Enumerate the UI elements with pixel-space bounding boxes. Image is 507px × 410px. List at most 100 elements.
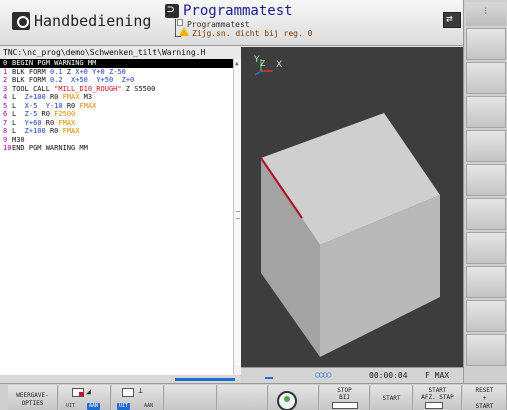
right-softkey-9[interactable] (466, 300, 506, 332)
workpiece-icon (72, 388, 84, 397)
progress-dots: ○○○○ (315, 370, 331, 379)
softkey-empty-1[interactable] (165, 385, 217, 410)
softkey-label: START (475, 403, 494, 410)
line-text: L Z+100 R0 FMAX M3 (12, 93, 93, 101)
program-test-icon (165, 2, 179, 18)
stop-at-icon (332, 402, 358, 409)
right-softkey-3[interactable] (466, 96, 506, 128)
program-line[interactable]: 8 L Z+100 R0 FMAX (0, 127, 233, 136)
program-line[interactable]: 5 L X-5 Y-10 R0 FMAX (0, 102, 233, 111)
right-softkey-8[interactable] (466, 266, 506, 298)
line-number: 10 (3, 144, 12, 152)
axis-label-z: Z (260, 59, 266, 68)
line-text: BLK FORM 0.1 Z X+0 Y+0 Z-50 (12, 67, 126, 76)
mode-handbediening[interactable]: Handbediening (12, 10, 151, 32)
mode-right-title: Programmatest (183, 3, 293, 19)
switch-screen-icon[interactable] (443, 12, 461, 28)
softkey-start-afz-stap[interactable]: START AFZ. STAP (414, 385, 462, 410)
program-line[interactable]: 4 L Z+100 R0 FMAX M3 (0, 93, 233, 102)
program-line[interactable]: 10END PGM WARNING MM (0, 144, 233, 153)
elapsed-time: 00:00:04 (369, 371, 408, 380)
line-text: L X-5 Y-10 R0 FMAX (12, 101, 97, 110)
softkey-stop-bij[interactable]: STOP BIJ (320, 385, 370, 410)
line-text: TOOL CALL "MILL_D10_ROUGH" Z S5500 (12, 84, 156, 93)
line-number: 3 (3, 84, 8, 93)
softkey-label: AFZ. STAP (421, 394, 454, 401)
line-text: L Z-5 R0 F2500 (12, 110, 76, 118)
line-number: 8 (3, 127, 8, 135)
tool-path-icon (122, 388, 134, 397)
softkey-label: WEERGAVE- (16, 392, 49, 399)
right-softkey-4[interactable] (466, 130, 506, 162)
softkey-label: BIJ (339, 394, 350, 401)
header-bar: Handbediening Programmatest Programmates… (0, 0, 463, 46)
line-number: 4 (3, 93, 8, 101)
program-line[interactable]: 3 TOOL CALL "MILL_D10_ROUGH" Z S5500 (0, 85, 233, 94)
bottom-softkey-bar: WEERGAVE- OPTIES ◢ UIT AAN ⊥ UIT AAN STO… (0, 383, 507, 410)
arrow-icon: ◢ (86, 387, 91, 396)
softkey-label: STOP (337, 387, 352, 394)
line-number: 9 (3, 135, 8, 144)
line-text: END PGM WARNING MM (12, 144, 88, 152)
softkey-reset-start[interactable]: RESET + START (463, 385, 507, 410)
right-softkey-column: ⁝ (463, 0, 507, 383)
softkey-label: OPTIES (21, 400, 44, 407)
toggle-aan-inactive: AAN (144, 403, 154, 409)
line-number: 7 (3, 118, 8, 127)
softkey-start[interactable]: START (371, 385, 413, 410)
program-line[interactable]: 9 M30 (0, 136, 233, 145)
line-text: BEGIN PGM WARNING MM (12, 59, 97, 67)
softkey-label: RESET (475, 387, 494, 394)
corner-glyph-icon: ⁝ (484, 6, 488, 17)
line-text: BLK FORM 0.2 X+50 Y+50 Z+0 (12, 76, 135, 84)
simulation-status-bar: ○○○○ 00:00:04 F MAX (241, 367, 463, 383)
horizontal-scrollbar[interactable] (0, 375, 241, 383)
program-line[interactable]: 7 L Y+60 R0 FMAX (0, 119, 233, 128)
warning-message: Zijg.sn. dicht bij reg. 0 (192, 29, 313, 38)
manual-mode-icon (12, 12, 30, 30)
program-line[interactable]: 2 BLK FORM 0.2 X+50 Y+50 Z+0 (0, 76, 233, 85)
mode-left-title: Handbediening (34, 12, 152, 30)
softkey-top[interactable]: ⁝ (466, 2, 506, 26)
program-line[interactable]: 0 BEGIN PGM WARNING MM (0, 59, 233, 68)
softkey-empty-2[interactable] (218, 385, 268, 410)
toggle-uit-active: UIT (117, 403, 131, 410)
tool-icon: ⊥ (138, 386, 143, 395)
softkey-label: + (482, 395, 487, 402)
document-icon (177, 19, 183, 26)
z-axis-line (254, 70, 262, 76)
softkey-label: START (428, 387, 447, 394)
line-number: 6 (3, 110, 8, 118)
workpiece-view (254, 59, 440, 357)
right-softkey-6[interactable] (466, 198, 506, 230)
right-softkey-10[interactable] (466, 334, 506, 366)
warning-icon (179, 27, 189, 36)
program-listing[interactable]: 0 BEGIN PGM WARNING MM 1 BLK FORM 0.1 Z X+0… (0, 59, 233, 375)
axis-label-y: Y (254, 55, 260, 65)
softkey-toggle-workpiece[interactable]: ◢ UIT AAN (59, 385, 111, 410)
program-scrollbar[interactable]: ▲ (233, 59, 241, 375)
softkey-speed[interactable] (269, 385, 319, 410)
program-line[interactable]: 1 BLK FORM 0.1 Z X+0 Y+0 Z-50 (0, 68, 233, 77)
simulation-graphic[interactable]: Y Z X (241, 47, 463, 367)
program-line[interactable]: 6 L Z-5 R0 F2500 (0, 110, 233, 119)
line-text: M30 (12, 135, 25, 144)
softkey-label: START (382, 395, 401, 402)
softkey-weergave-opties[interactable]: WEERGAVE- OPTIES (8, 385, 58, 410)
horizontal-scroll-thumb[interactable] (175, 378, 235, 381)
mode-subline: Programmatest (187, 20, 250, 29)
right-softkey-7[interactable] (466, 232, 506, 264)
right-softkey-2[interactable] (466, 62, 506, 94)
speed-gauge-icon (277, 391, 297, 410)
line-number: 0 (3, 59, 8, 67)
softkey-toggle-tool[interactable]: ⊥ UIT AAN (112, 385, 164, 410)
right-softkey-5[interactable] (466, 164, 506, 196)
toggle-aan: AAN (87, 403, 101, 410)
toggle-uit: UIT (66, 403, 76, 409)
right-softkey-1[interactable] (466, 28, 506, 60)
status-edit-icon[interactable] (265, 372, 273, 379)
line-text: L Y+60 R0 FMAX (12, 118, 76, 127)
scrollbar-grip-icon[interactable] (236, 211, 240, 219)
axis-label-x: X (276, 60, 283, 70)
feed-readout: F MAX (425, 371, 450, 380)
